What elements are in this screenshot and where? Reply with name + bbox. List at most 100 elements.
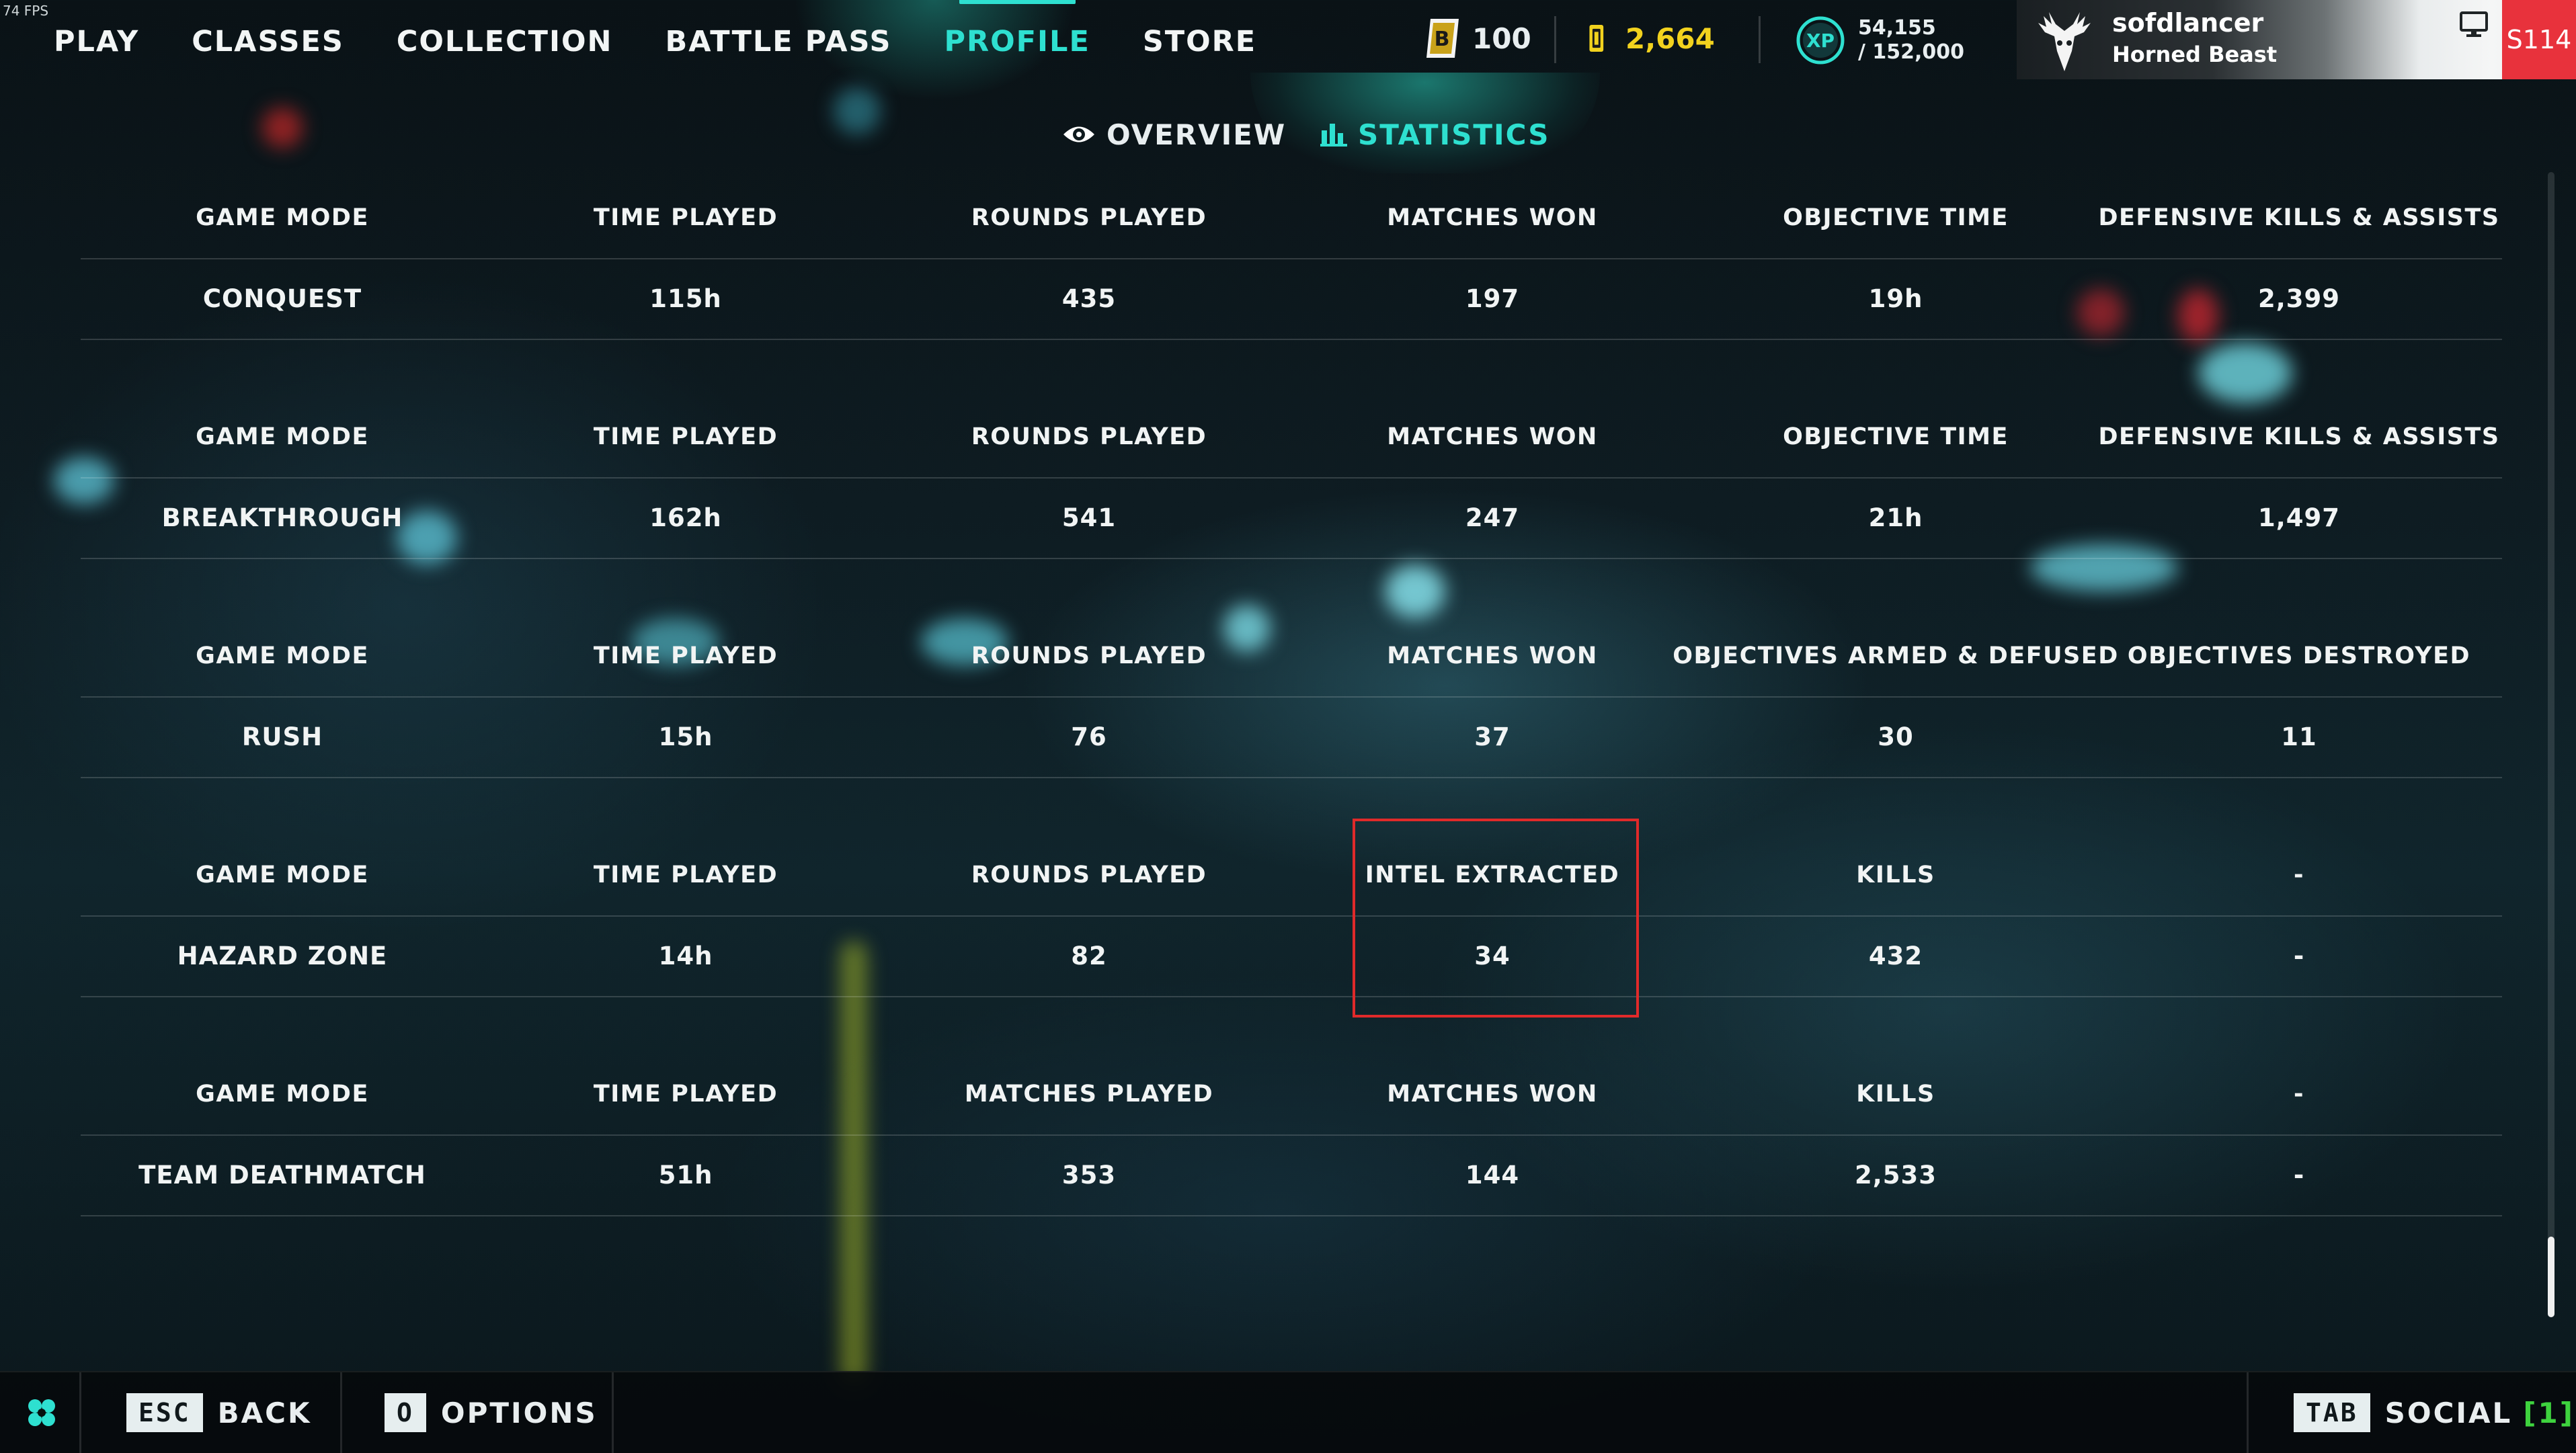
scrollbar-thumb[interactable] [2548, 1237, 2554, 1317]
value-cell: 432 [1868, 941, 1923, 970]
eye-icon [1063, 126, 1094, 142]
scrollbar-track[interactable] [2548, 172, 2554, 1317]
pc-monitor-icon [2460, 11, 2488, 37]
value-cell: 197 [1465, 284, 1520, 313]
value-cell: 21h [1868, 503, 1923, 532]
mode-name: CONQUEST [202, 284, 362, 313]
header-cell: MATCHES WON [1387, 423, 1598, 450]
profile-card[interactable]: sofdlancer Horned Beast [2017, 0, 2576, 79]
nav-classes[interactable]: CLASSES [192, 20, 344, 63]
svg-text:XP: XP [1806, 30, 1835, 52]
mode-name: TEAM DEATHMATCH [138, 1160, 426, 1190]
player-name: sofdlancer [2112, 8, 2264, 38]
tab-overview-label: OVERVIEW [1106, 118, 1287, 151]
header-cell: GAME MODE [196, 1081, 369, 1108]
value-cell: 30 [1878, 722, 1914, 751]
stats-value-row: BREAKTHROUGH 162h 541 247 21h 1,497 [81, 477, 2502, 559]
tab-statistics[interactable]: STATISTICS [1320, 101, 1550, 168]
header-cell: MATCHES WON [1387, 204, 1598, 231]
header-cell: MATCHES WON [1387, 1081, 1598, 1108]
header-cell: GAME MODE [196, 642, 369, 669]
header-cell: TIME PLAYED [593, 642, 778, 669]
value-cell: 435 [1061, 284, 1117, 313]
back-label: BACK [217, 1396, 312, 1429]
value-cell: 82 [1071, 941, 1107, 970]
mode-block-conquest: GAME MODE TIME PLAYED ROUNDS PLAYED MATC… [81, 177, 2502, 397]
coin-icon [1589, 25, 1604, 52]
value-cell: 144 [1465, 1160, 1520, 1190]
stats-table: GAME MODE TIME PLAYED ROUNDS PLAYED MATC… [81, 177, 2502, 1273]
social-label: SOCIAL [2384, 1396, 2513, 1429]
fps-counter: 74 FPS [3, 3, 49, 19]
nav-profile[interactable]: PROFILE [944, 0, 1090, 63]
bottom-bar: ESC BACK O OPTIONS TAB SOCIAL [1] [0, 1371, 2576, 1453]
credits-icon: B [1426, 19, 1459, 58]
value-cell: 34 [1474, 941, 1511, 970]
profile-subtabs: OVERVIEW STATISTICS [0, 101, 2576, 168]
header-cell: OBJECTIVE TIME [1783, 423, 2009, 450]
player-title: Horned Beast [2112, 42, 2278, 67]
social-count: [1] [2523, 1396, 2575, 1429]
tab-key: TAB [2294, 1393, 2370, 1432]
value-cell: 51h [658, 1160, 713, 1190]
value-cell: 353 [1061, 1160, 1117, 1190]
stats-value-row: TEAM DEATHMATCH 51h 353 144 2,533 - [81, 1134, 2502, 1216]
xp-total: / 152,000 [1858, 40, 1965, 64]
social-button[interactable]: TAB SOCIAL [1] [2294, 1372, 2575, 1453]
header-cell: DEFENSIVE KILLS & ASSISTS [2098, 204, 2500, 231]
o-key: O [385, 1393, 426, 1432]
header-cell: ROUNDS PLAYED [971, 642, 1207, 669]
stats-value-row: HAZARD ZONE 14h 82 34 432 - [81, 915, 2502, 997]
menu-segment[interactable] [0, 1372, 81, 1453]
value-cell: - [2293, 1160, 2305, 1190]
header-cell: TIME PLAYED [593, 1081, 778, 1108]
stats-header-row: GAME MODE TIME PLAYED ROUNDS PLAYED MATC… [81, 177, 2502, 259]
header-cell: OBJECTIVES ARMED & DEFUSED [1673, 642, 2119, 669]
header-cell: ROUNDS PLAYED [971, 862, 1207, 888]
header-cell: - [2293, 862, 2305, 888]
header-cell: TIME PLAYED [593, 862, 778, 888]
header-cell: KILLS [1856, 1081, 1935, 1108]
xp-icon: XP [1796, 16, 1845, 65]
header-cell: INTEL EXTRACTED [1365, 862, 1620, 888]
nav-battle-pass[interactable]: BATTLE PASS [666, 20, 892, 63]
clover-menu-icon[interactable] [22, 1393, 62, 1433]
mode-name: RUSH [241, 722, 323, 751]
tab-overview[interactable]: OVERVIEW [1062, 101, 1286, 168]
top-nav: PLAY CLASSES COLLECTION BATTLE PASS PROF… [54, 0, 1309, 63]
coins-value: 2,664 [1625, 22, 1715, 55]
value-cell: 14h [658, 941, 713, 970]
stats-header-row: GAME MODE TIME PLAYED ROUNDS PLAYED MATC… [81, 397, 2502, 479]
header-cell: TIME PLAYED [593, 204, 778, 231]
value-cell: 247 [1465, 503, 1520, 532]
header-cell: TIME PLAYED [593, 423, 778, 450]
header-cell: OBJECTIVES DESTROYED [2127, 642, 2471, 669]
value-cell: 76 [1071, 722, 1107, 751]
xp-current: 54,155 [1858, 16, 1936, 40]
value-cell: - [2293, 941, 2305, 970]
back-button[interactable]: ESC BACK [126, 1372, 312, 1453]
header-cell: MATCHES WON [1387, 642, 1598, 669]
options-button[interactable]: O OPTIONS [385, 1372, 598, 1453]
header-cell: ROUNDS PLAYED [971, 204, 1207, 231]
battle-credits[interactable]: B 100 [1424, 17, 1531, 59]
nav-play[interactable]: PLAY [54, 20, 139, 63]
xp-progress: XP 54,155 / 152,000 [1795, 15, 1964, 66]
value-cell: 2,399 [2257, 284, 2341, 313]
bf-coins[interactable]: 2,664 [1586, 17, 1715, 59]
mode-block-hazard-zone: GAME MODE TIME PLAYED ROUNDS PLAYED INTE… [81, 835, 2502, 1054]
esc-key: ESC [126, 1393, 203, 1432]
nav-store[interactable]: STORE [1143, 20, 1256, 63]
value-cell: 2,533 [1854, 1160, 1937, 1190]
value-cell: 1,497 [2257, 503, 2341, 532]
header-cell: - [2293, 1081, 2305, 1108]
mode-name: BREAKTHROUGH [161, 503, 403, 532]
header-cell: ROUNDS PLAYED [971, 423, 1207, 450]
value-cell: 541 [1061, 503, 1117, 532]
header-cell: KILLS [1856, 862, 1935, 888]
stats-header-row: GAME MODE TIME PLAYED ROUNDS PLAYED MATC… [81, 616, 2502, 698]
header-cell: GAME MODE [196, 204, 369, 231]
nav-collection[interactable]: COLLECTION [397, 20, 613, 63]
credits-value: 100 [1472, 22, 1531, 55]
stats-value-row: CONQUEST 115h 435 197 19h 2,399 [81, 258, 2502, 340]
